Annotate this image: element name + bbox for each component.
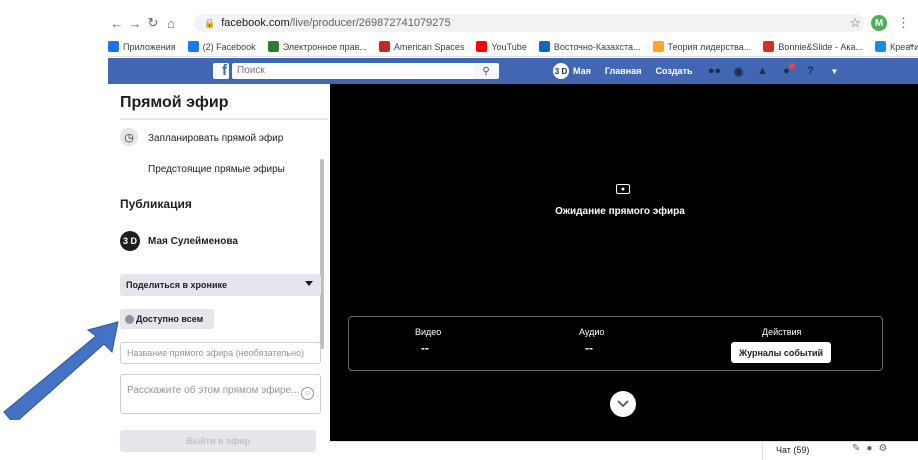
browser-toolbar: ← → ↻ ⌂ 🔒 facebook.com /live/producer/26…: [108, 10, 918, 36]
schedule-live-link[interactable]: Запланировать прямой эфир: [148, 133, 283, 144]
doc-icon: [652, 41, 664, 52]
publication-heading: Публикация: [120, 197, 192, 211]
bookmark-item[interactable]: Теория лидерства...: [652, 41, 752, 52]
apps-grid-icon: [108, 41, 119, 52]
audience-button[interactable]: Доступно всем: [120, 309, 214, 329]
search-input[interactable]: [232, 63, 497, 79]
live-description-input[interactable]: Расскажите об этом прямом эфире... ☺: [120, 374, 321, 414]
globe-icon: [538, 41, 550, 52]
flag-icon: [378, 41, 390, 52]
bookmark-label: Bonnie&Slide - Ака...: [778, 41, 863, 52]
lock-icon: 🔒: [204, 17, 216, 28]
audio-value: --: [585, 341, 593, 355]
profile-avatar[interactable]: M: [871, 15, 887, 31]
people-icon[interactable]: ●: [866, 443, 872, 454]
home-link[interactable]: Главная: [605, 66, 642, 76]
address-bar[interactable]: 🔒 facebook.com /live/producer/2698727410…: [194, 14, 864, 32]
url-path: /live/producer/269872741079275: [289, 17, 451, 29]
live-title-input[interactable]: Название прямого эфира (необязательно): [120, 342, 321, 364]
bookmark-label: Теория лидерства...: [667, 41, 752, 52]
bookmarks-bar: Приложения (2) Facebook Электронное прав..…: [108, 37, 918, 57]
menu-dots-icon[interactable]: ⋮: [897, 15, 910, 31]
search-icon[interactable]: ⚲: [473, 63, 499, 79]
bookmarks-overflow-icon[interactable]: »: [909, 40, 914, 50]
chevron-down-icon: [305, 281, 313, 286]
stream-stats-panel: Видео -- Аудио -- Действия Журналы событ…: [348, 316, 883, 371]
ring-icon: [875, 41, 886, 52]
chevron-down-icon[interactable]: [610, 391, 636, 417]
account-menu-caret-icon[interactable]: ▼: [827, 63, 843, 79]
share-destination-label: Поделиться в хронике: [126, 280, 228, 290]
live-producer-sidebar: Прямой эфир ◷ Запланировать прямой эфир …: [108, 84, 330, 459]
sidebar-scrollbar[interactable]: [320, 159, 324, 349]
create-link[interactable]: Создать: [655, 66, 692, 76]
bookmark-star-icon[interactable]: ☆: [849, 15, 861, 31]
bookmark-label: American Spaces: [393, 41, 465, 52]
video-label: Видео: [415, 327, 442, 337]
messenger-icon[interactable]: ◉: [731, 63, 747, 79]
go-live-button[interactable]: Выйти в эфир: [120, 430, 316, 452]
gear-icon[interactable]: ⚙: [878, 443, 887, 454]
bookmark-label: Приложения: [123, 41, 176, 52]
bookmark-item[interactable]: American Spaces: [378, 41, 465, 52]
bottom-bar: Чат (59) ✎ ● ⚙: [330, 441, 918, 460]
back-icon[interactable]: ←: [108, 16, 126, 31]
friends-icon[interactable]: ●●: [707, 63, 723, 79]
facebook-header: f ⚲ 3 D Мая Главная Создать ●● ◉ ▲ ● ? ▼: [108, 58, 918, 84]
bs-icon: [763, 41, 775, 52]
audience-label: Доступно всем: [136, 314, 204, 324]
bookmark-item[interactable]: Восточно-Казахста...: [538, 41, 641, 52]
audio-label: Аудио: [579, 327, 605, 337]
page-title: Прямой эфир: [120, 94, 229, 111]
bookmark-label: (2) Facebook: [202, 41, 256, 52]
facebook-logo-icon[interactable]: f: [213, 62, 229, 79]
bookmark-label: Электронное прав...: [282, 41, 367, 52]
bookmark-label: Восточно-Казахста...: [553, 41, 641, 52]
user-avatar[interactable]: 3 D: [553, 63, 569, 79]
annotation-arrow: [3, 321, 119, 420]
actions-label: Действия: [762, 327, 802, 337]
home-icon[interactable]: ⌂: [162, 16, 180, 31]
help-icon[interactable]: ?: [803, 63, 819, 79]
youtube-icon: [476, 41, 488, 52]
event-logs-button[interactable]: Журналы событий: [731, 342, 831, 363]
divider: [120, 118, 328, 120]
camera-icon: ●: [616, 184, 630, 194]
profile-link[interactable]: Мая: [573, 66, 591, 76]
bookmark-item[interactable]: Электронное прав...: [267, 41, 367, 52]
video-value: --: [421, 341, 429, 355]
quick-help-icon[interactable]: ●: [779, 63, 795, 79]
share-destination-select[interactable]: Поделиться в хронике: [120, 274, 321, 296]
emoji-icon[interactable]: ☺: [301, 387, 314, 400]
edit-icon[interactable]: ✎: [852, 443, 860, 454]
bookmark-item[interactable]: Приложения: [108, 41, 176, 52]
facebook-icon: [187, 41, 199, 52]
notifications-bell-icon[interactable]: ▲: [755, 63, 771, 79]
bookmark-label: YouTube: [491, 41, 527, 52]
video-preview: ● Ожидание прямого эфира Видео -- Аудио …: [330, 84, 918, 441]
description-placeholder: Расскажите об этом прямом эфире...: [127, 385, 300, 396]
clock-icon: ◷: [120, 128, 138, 146]
gov-icon: [267, 41, 279, 52]
chat-tab[interactable]: Чат (59): [776, 445, 809, 455]
url-host: facebook.com: [221, 17, 290, 29]
reload-icon[interactable]: ↻: [144, 15, 162, 31]
divider: [762, 442, 763, 460]
waiting-status: Ожидание прямого эфира: [555, 206, 685, 217]
user-name: Мая Сулейменова: [148, 236, 238, 247]
bookmark-item[interactable]: Bonnie&Slide - Ака...: [763, 41, 863, 52]
bookmark-item[interactable]: (2) Facebook: [187, 41, 256, 52]
avatar: 3 D: [120, 231, 140, 251]
bookmark-item[interactable]: YouTube: [476, 41, 527, 52]
forward-icon[interactable]: →: [126, 16, 144, 31]
upcoming-lives-link[interactable]: Предстоящие прямые эфиры: [148, 164, 285, 175]
